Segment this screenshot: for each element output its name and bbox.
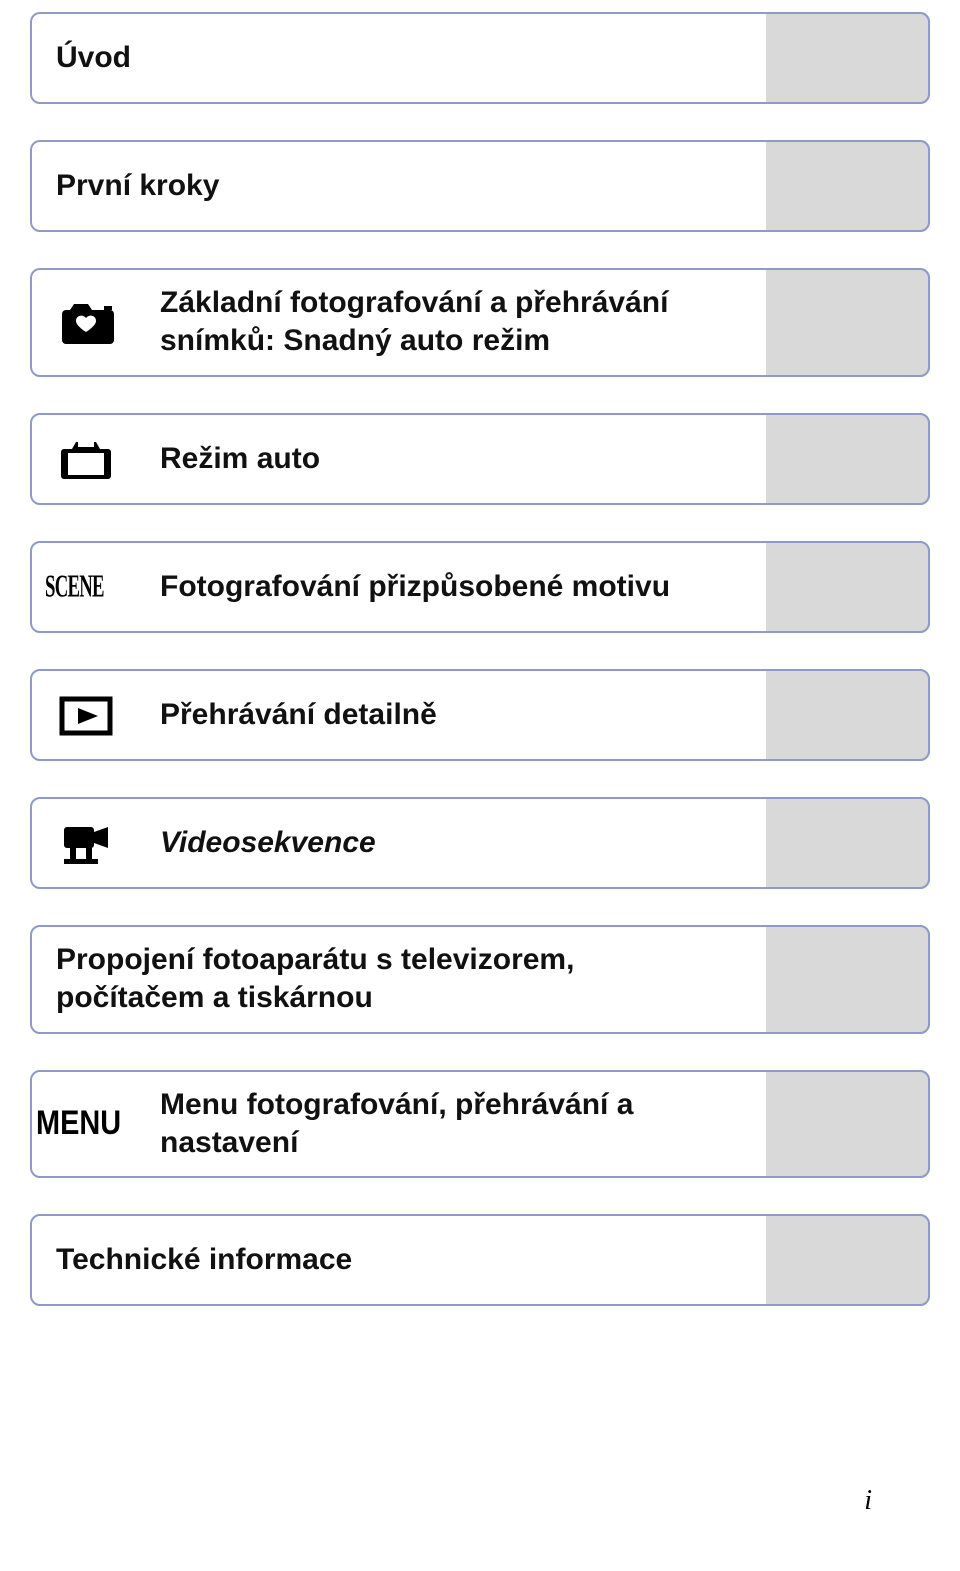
camera-heart-icon: [56, 296, 116, 348]
tab-index-block: [766, 413, 930, 505]
tab-index-block: [766, 140, 930, 232]
tab-index-block: [766, 1214, 930, 1306]
toc-item-video[interactable]: Videosekvence: [30, 797, 930, 889]
toc-label: Úvod: [56, 39, 131, 77]
toc-label: Přehrávání detailně: [160, 696, 437, 734]
tab-index-block: [766, 925, 930, 1034]
toc-label: Menu fotografování, přehrávání a nastave…: [160, 1086, 720, 1163]
toc-item-auto-mode[interactable]: Režim auto: [30, 413, 930, 505]
camera-icon: [56, 433, 116, 485]
toc-item-first-steps[interactable]: První kroky: [30, 140, 930, 232]
toc-label: Režim auto: [160, 440, 320, 478]
tab-index-block: [766, 669, 930, 761]
page-number: i: [864, 1485, 872, 1517]
toc-label: Technické informace: [56, 1241, 352, 1279]
toc-item-technical-info[interactable]: Technické informace: [30, 1214, 930, 1306]
toc-item-basic-shooting[interactable]: Základní fotografování a přehrávání sním…: [30, 268, 930, 377]
toc-label: Fotografování přizpůsobené motivu: [160, 568, 670, 606]
toc-item-scene-mode[interactable]: SCENE Fotografování přizpůsobené motivu: [30, 541, 930, 633]
toc-label: Videosekvence: [160, 824, 376, 862]
tab-index-block: [766, 797, 930, 889]
tab-index-block: [766, 12, 930, 104]
toc-label: První kroky: [56, 167, 219, 205]
tab-index-block: [766, 268, 930, 377]
scene-icon: SCENE: [56, 561, 116, 613]
tab-index-block: [766, 541, 930, 633]
toc-item-playback-detail[interactable]: Přehrávání detailně: [30, 669, 930, 761]
camcorder-icon: [56, 817, 116, 869]
play-frame-icon: [56, 689, 116, 741]
toc-item-connections[interactable]: Propojení fotoaparátu s televizorem, poč…: [30, 925, 930, 1034]
tab-index-block: [766, 1070, 930, 1179]
menu-icon: MENU: [56, 1098, 116, 1150]
toc-item-intro[interactable]: Úvod: [30, 12, 930, 104]
toc-label: Propojení fotoaparátu s televizorem, poč…: [56, 941, 616, 1018]
toc-item-menus[interactable]: MENU Menu fotografování, přehrávání a na…: [30, 1070, 930, 1179]
toc-label: Základní fotografování a přehrávání sním…: [160, 284, 720, 361]
